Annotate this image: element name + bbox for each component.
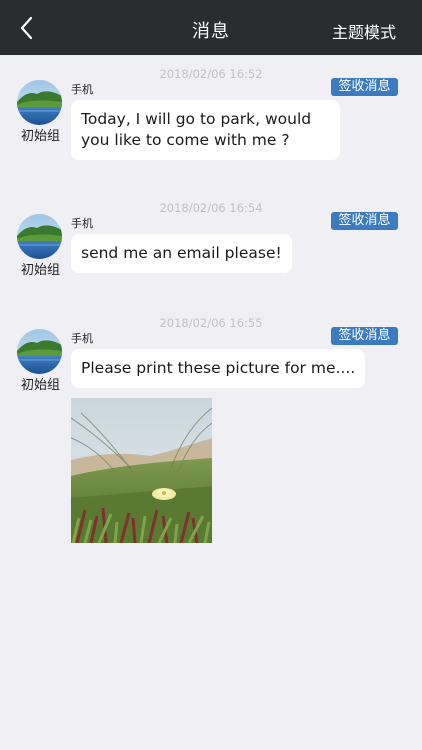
message-text: send me an email please! [81, 244, 282, 262]
sender-name: 手机 [71, 332, 93, 345]
photo-image [71, 398, 212, 543]
message-photo[interactable] [71, 398, 212, 543]
group-name: 初始组 [20, 378, 60, 393]
avatar[interactable] [17, 214, 62, 259]
sign-message-button[interactable]: 签收消息 [331, 327, 398, 345]
sender-name: 手机 [71, 217, 93, 230]
avatar-image [17, 329, 62, 374]
avatar[interactable] [17, 80, 62, 125]
group-name: 初始组 [20, 129, 60, 144]
message-bubble[interactable]: Today, I will go to park, would you like… [71, 100, 340, 160]
sender-name: 手机 [71, 83, 93, 96]
avatar[interactable] [17, 329, 62, 374]
theme-mode-button[interactable]: 主题模式 [332, 19, 396, 43]
sign-message-button[interactable]: 签收消息 [331, 212, 398, 230]
navigation-bar: 消息 主题模式 [0, 0, 422, 55]
message-bubble[interactable]: send me an email please! [71, 234, 292, 273]
message-text: Today, I will go to park, would you like… [81, 110, 312, 149]
avatar-image [17, 214, 62, 259]
group-name: 初始组 [20, 263, 60, 278]
avatar-image [17, 80, 62, 125]
message-bubble[interactable]: Please print these picture for me.... [71, 349, 366, 388]
sign-message-button[interactable]: 签收消息 [331, 78, 398, 96]
message-text: Please print these picture for me.... [81, 359, 356, 377]
